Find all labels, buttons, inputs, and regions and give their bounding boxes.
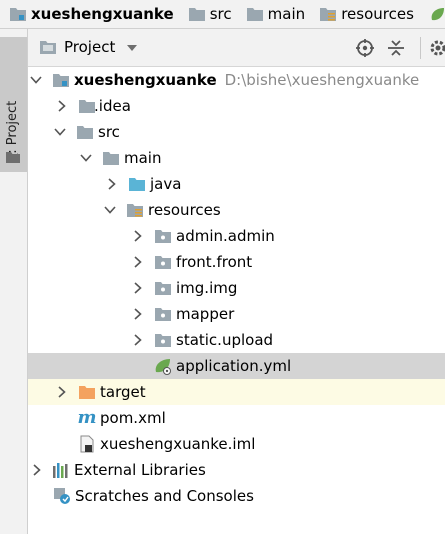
tree-node-resources[interactable]: resources: [28, 197, 445, 223]
package-folder-icon: [154, 279, 172, 297]
folder-icon: [188, 8, 205, 21]
tree-node-root[interactable]: xueshengxuanke D:\bishe\xueshengxuanke: [28, 67, 445, 93]
breadcrumb-src[interactable]: src: [179, 0, 232, 28]
breadcrumb-label: main: [267, 5, 306, 23]
collapse-all-icon[interactable]: [386, 38, 406, 58]
tree-node-label: main: [124, 149, 162, 167]
tree-node-label: xueshengxuanke.iml: [100, 435, 256, 453]
package-folder-icon: [154, 227, 172, 245]
breadcrumb-resources[interactable]: resources: [310, 0, 414, 28]
breadcrumb-label: resources: [341, 5, 414, 23]
spring-config-icon: [154, 357, 172, 375]
chevron-right-icon[interactable]: [132, 256, 144, 268]
chevron-right-icon[interactable]: [106, 178, 118, 190]
navigation-bar: xueshengxuanke src main resources: [0, 0, 445, 29]
breadcrumb-label: src: [209, 5, 232, 23]
chevron-right-icon[interactable]: [31, 464, 43, 476]
chevron-right-icon[interactable]: [132, 282, 144, 294]
module-folder-icon: [52, 71, 70, 89]
maven-icon: m: [77, 407, 97, 428]
module-file-icon: [78, 435, 96, 453]
tree-node-label: admin.admin: [176, 227, 275, 245]
tree-node-scratches[interactable]: Scratches and Consoles: [28, 483, 445, 509]
tree-node-label: External Libraries: [74, 461, 206, 479]
library-icon: [52, 461, 70, 479]
chevron-right-icon[interactable]: [132, 334, 144, 346]
tree-node-target[interactable]: target: [28, 379, 445, 405]
spring-leaf-icon: [431, 8, 444, 21]
tree-node-main[interactable]: main: [28, 145, 445, 171]
package-folder-icon: [154, 331, 172, 349]
gear-icon[interactable]: [428, 38, 445, 58]
chevron-down-icon[interactable]: [104, 204, 116, 216]
tree-node-pom[interactable]: m pom.xml: [28, 405, 445, 431]
tree-node-label: java: [150, 175, 182, 193]
module-folder-icon: [10, 8, 26, 21]
chevron-right-icon[interactable]: [56, 386, 68, 398]
breadcrumb-label: xueshengxuanke: [31, 5, 174, 23]
source-folder-icon: [128, 175, 146, 193]
chevron-down-icon[interactable]: [30, 74, 42, 86]
tree-node-label: target: [100, 383, 146, 401]
tree-node-application-yml[interactable]: application.yml: [28, 353, 445, 379]
chevron-down-icon[interactable]: [127, 45, 137, 51]
tree-node-idea[interactable]: .idea: [28, 93, 445, 119]
tree-node-iml[interactable]: xueshengxuanke.iml: [28, 431, 445, 457]
locate-icon[interactable]: [355, 38, 375, 58]
package-folder-icon: [154, 253, 172, 271]
tree-node-label: resources: [148, 201, 221, 219]
project-tool-window-button[interactable]: 1: Project: [0, 37, 27, 172]
chevron-right-icon[interactable]: [132, 308, 144, 320]
view-title[interactable]: Project: [64, 38, 115, 56]
breadcrumb-main[interactable]: main: [237, 0, 305, 28]
folder-icon: [102, 149, 120, 167]
folder-icon: [6, 152, 20, 163]
project-tree: xueshengxuanke D:\bishe\xueshengxuanke .…: [28, 67, 445, 534]
tree-node-admin[interactable]: admin.admin: [28, 223, 445, 249]
package-folder-icon: [154, 305, 172, 323]
tree-node-src[interactable]: src: [28, 119, 445, 145]
tree-node-label: application.yml: [176, 357, 292, 375]
folder-icon: [76, 123, 94, 141]
resources-folder-icon: [126, 201, 144, 219]
resources-folder-icon: [320, 8, 337, 21]
chevron-right-icon[interactable]: [56, 100, 68, 112]
tree-node-label: static.upload: [176, 331, 274, 349]
tree-node-label: src: [98, 123, 120, 141]
breadcrumb-application[interactable]: [419, 0, 445, 28]
tree-node-external-libraries[interactable]: External Libraries: [28, 457, 445, 483]
project-view-header: Project: [28, 29, 445, 67]
chevron-down-icon[interactable]: [80, 152, 92, 164]
tree-node-label: Scratches and Consoles: [75, 487, 254, 505]
tree-node-label: front.front: [176, 253, 253, 271]
project-folder-icon: [40, 41, 56, 54]
scratches-icon: [53, 487, 71, 505]
tree-node-label: mapper: [176, 305, 235, 323]
tree-node-label: pom.xml: [100, 409, 166, 427]
toolbar-divider: [420, 37, 421, 59]
excluded-folder-icon: [78, 383, 96, 401]
chevron-right-icon[interactable]: [132, 230, 144, 242]
tree-node-label: xueshengxuanke: [74, 71, 217, 89]
tree-node-img[interactable]: img.img: [28, 275, 445, 301]
tool-window-stripe: 1: Project: [0, 29, 28, 534]
module-path: D:\bishe\xueshengxuanke: [224, 71, 420, 89]
breadcrumb-xueshengxuanke[interactable]: xueshengxuanke: [0, 0, 174, 28]
tree-node-front[interactable]: front.front: [28, 249, 445, 275]
chevron-down-icon[interactable]: [54, 126, 66, 138]
tree-node-label: img.img: [176, 279, 238, 297]
tree-node-label: .idea: [94, 97, 131, 115]
tree-node-java[interactable]: java: [28, 171, 445, 197]
tree-node-static[interactable]: static.upload: [28, 327, 445, 353]
folder-icon: [246, 8, 263, 21]
tree-node-mapper[interactable]: mapper: [28, 301, 445, 327]
